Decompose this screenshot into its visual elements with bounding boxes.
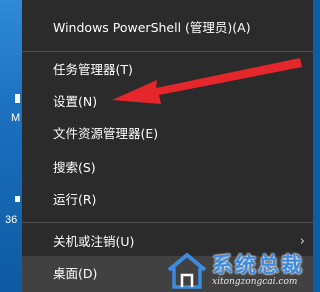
desktop-label-m: M: [11, 112, 21, 124]
menu-separator: [22, 222, 313, 223]
menu-item-label: 文件资源管理器(E): [53, 126, 159, 141]
watermark: 系统总裁 xitongzongcai.com: [160, 246, 313, 292]
desktop-label-36: 36: [5, 214, 18, 226]
menu-item-powershell-admin[interactable]: Windows PowerShell (管理员)(A): [22, 10, 313, 46]
menu-item-settings[interactable]: 设置(N): [22, 84, 313, 120]
menu-item-label: Windows PowerShell (管理员)(A): [53, 20, 251, 35]
menu-item-run[interactable]: 运行(R): [22, 182, 313, 218]
menu-item-label: 桌面(D): [53, 266, 98, 281]
desktop-icon-mark: [15, 94, 20, 103]
menu-item-search[interactable]: 搜索(S): [22, 150, 313, 186]
menu-item-label: 设置(N): [53, 94, 98, 109]
watermark-url: xitongzongcai.com: [212, 277, 298, 287]
desktop-icon-mark: [15, 196, 20, 202]
menu-item-task-manager[interactable]: 任务管理器(T): [22, 52, 313, 88]
menu-item-label: 搜索(S): [53, 160, 96, 175]
menu-item-file-explorer[interactable]: 文件资源管理器(E): [22, 116, 313, 152]
menu-item-label: 任务管理器(T): [53, 62, 133, 77]
menu-item-label: 关机或注销(U): [53, 234, 135, 249]
watermark-title: 系统总裁: [212, 253, 304, 277]
menu-item-label: 运行(R): [53, 192, 97, 207]
house-logo-icon: [167, 253, 207, 289]
desktop-background: M 36: [0, 0, 22, 292]
